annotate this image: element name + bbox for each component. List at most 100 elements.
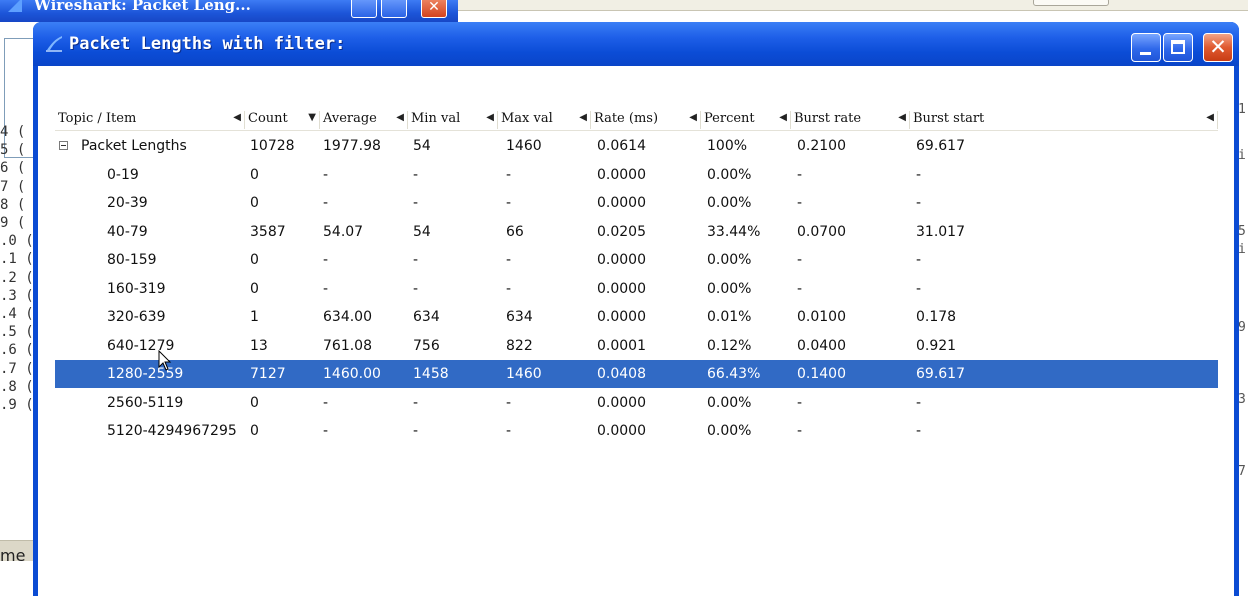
cell-max-val: - (506, 195, 512, 211)
column-header-topic-item[interactable]: Topic / Item ◀ (55, 111, 245, 129)
table-row[interactable]: 2560-5119 0 - - - 0.0000 0.00% - - (55, 389, 1218, 417)
cell-max-val: 1460 (506, 366, 542, 382)
background-row-number: 4 ( (0, 124, 26, 140)
cell-average: - (323, 166, 329, 183)
sort-arrow-icon: ◀ (579, 112, 587, 123)
cell-topic-item: 160-319 (107, 280, 166, 297)
cell-min-val: - (413, 423, 419, 439)
cell-rate-ms: 0.0000 (597, 166, 646, 183)
column-header-count[interactable]: Count ▼ (245, 111, 320, 129)
cell-average: 634.00 (323, 309, 372, 325)
background-row-number: .1 ( (0, 251, 34, 268)
background-glyph: 3 (1238, 392, 1246, 407)
column-header-burst-start[interactable]: Burst start ◀ (910, 111, 1218, 129)
cell-topic-item: 2560-5119 (107, 394, 184, 411)
close-button[interactable]: ✕ (1203, 33, 1233, 62)
background-row-number: .3 ( (0, 287, 34, 304)
cell-count: 7127 (250, 366, 286, 382)
cell-burst-start: 69.617 (916, 366, 965, 382)
background-row-number: .2 ( (0, 269, 34, 286)
packet-lengths-dialog: Packet Lengths with filter: ✕ Topic / It… (33, 22, 1239, 596)
maximize-button[interactable] (1163, 33, 1193, 62)
cell-min-val: - (413, 166, 419, 183)
cell-min-val: - (413, 280, 419, 297)
table-row[interactable]: 640-1279 13 761.08 756 822 0.0001 0.12% 0.0400 0… (55, 332, 1218, 360)
cell-count: 10728 (250, 138, 295, 154)
column-header-burst-rate[interactable]: Burst rate ◀ (791, 111, 910, 129)
cell-max-val: 634 (506, 309, 533, 325)
table-row[interactable]: 1280-2559 7127 1460.00 1458 1460 0.0408 66.43%… (55, 360, 1218, 388)
cell-burst-rate: - (797, 394, 803, 411)
table-row[interactable]: 0-19 0 - - - 0.0000 0.00% - - (55, 161, 1218, 189)
cell-rate-ms: 0.0000 (597, 394, 646, 411)
table-row[interactable]: 20-39 0 - - - 0.0000 0.00% - - (55, 189, 1218, 217)
cell-count: 0 (250, 423, 259, 439)
column-header-max-val[interactable]: Max val ◀ (498, 111, 591, 129)
background-window-title: Wireshark: Packet Leng... (34, 0, 251, 14)
cell-topic-item: 40-79 (107, 223, 148, 240)
cell-percent: 0.00% (707, 394, 752, 411)
cell-count: 0 (250, 195, 259, 211)
table-row[interactable]: 80-159 0 - - - 0.0000 0.00% - - (55, 246, 1218, 274)
table-row-group[interactable]: Packet Lengths 10728 1977.98 54 1460 0.0614 10… (55, 132, 1218, 160)
background-window-titlebar[interactable]: Wireshark: Packet Leng... ✕ (0, 0, 458, 22)
cell-burst-rate: - (797, 280, 803, 297)
table-row[interactable]: 160-319 0 - - - 0.0000 0.00% - - (55, 275, 1218, 303)
column-header-average[interactable]: Average ◀ (320, 111, 408, 129)
background-row-number: 7 ( (0, 178, 26, 195)
cell-topic-item: 320-639 (107, 309, 166, 325)
cell-percent: 0.00% (707, 252, 752, 268)
background-maximize-button[interactable] (381, 0, 407, 18)
cell-rate-ms: 0.0000 (597, 195, 646, 211)
cell-percent: 0.00% (707, 280, 752, 297)
background-row-number: 9 ( (0, 215, 26, 231)
background-close-button[interactable]: ✕ (421, 0, 447, 18)
cell-burst-rate: - (797, 166, 803, 183)
background-minimize-button[interactable] (351, 0, 377, 18)
cell-min-val: - (413, 252, 419, 268)
cell-min-val: - (413, 195, 419, 211)
table-row[interactable]: 320-639 1 634.00 634 634 0.0000 0.01% 0.0100 0.1… (55, 303, 1218, 331)
cell-max-val: - (506, 394, 512, 411)
cell-average: 54.07 (323, 223, 364, 240)
cell-burst-start: 0.921 (916, 337, 957, 354)
cell-max-val: - (506, 423, 512, 439)
dialog-titlebar[interactable]: Packet Lengths with filter: ✕ (33, 22, 1239, 66)
background-tab[interactable] (1033, 0, 1109, 6)
column-header-label: Topic / Item (58, 111, 137, 126)
background-glyph: 7 (1238, 464, 1246, 479)
cell-min-val: 54 (413, 223, 431, 240)
column-header-percent[interactable]: Percent ◀ (701, 111, 791, 129)
cell-percent: 100% (707, 138, 748, 154)
collapse-tree-icon[interactable] (59, 141, 68, 150)
column-header-label: Rate (ms) (594, 111, 659, 126)
cell-rate-ms: 0.0614 (597, 138, 646, 154)
column-header-rate-ms[interactable]: Rate (ms) ◀ (591, 111, 701, 129)
cell-rate-ms: 0.0000 (597, 423, 646, 439)
table-row[interactable]: 40-79 3587 54.07 54 66 0.0205 33.44% 0.0700 31.0… (55, 218, 1218, 246)
cell-average: - (323, 394, 329, 411)
background-status-text: me (0, 546, 26, 565)
cell-topic-item: 20-39 (107, 195, 148, 211)
column-header-label: Burst rate (794, 111, 862, 126)
cell-burst-start: 69.617 (916, 138, 965, 154)
cell-topic-item: Packet Lengths (81, 138, 187, 154)
cell-percent: 0.00% (707, 166, 752, 183)
cell-burst-rate: 0.0100 (797, 309, 846, 325)
cell-burst-start: - (916, 252, 922, 268)
sort-arrow-icon: ◀ (486, 112, 494, 123)
cell-burst-rate: 0.2100 (797, 138, 846, 154)
dialog-body: Topic / Item ◀ Count ▼ Average ◀ Min val ◀ Max v… (38, 66, 1234, 596)
cell-percent: 0.00% (707, 195, 752, 211)
table-row[interactable]: 5120-4294967295 0 - - - 0.0000 0.00% - - (55, 417, 1218, 445)
table-header: Topic / Item ◀ Count ▼ Average ◀ Min val ◀ Max v… (55, 108, 1218, 131)
column-header-label: Count (248, 111, 288, 126)
cell-min-val: 1458 (413, 366, 449, 382)
background-row-number: .9 ( (0, 397, 34, 413)
background-row-number: .8 ( (0, 378, 34, 395)
minimize-button[interactable] (1131, 33, 1161, 62)
column-header-min-val[interactable]: Min val ◀ (408, 111, 498, 129)
cell-burst-start: 31.017 (916, 223, 965, 240)
cell-average: - (323, 423, 329, 439)
maximize-icon (1171, 40, 1185, 54)
